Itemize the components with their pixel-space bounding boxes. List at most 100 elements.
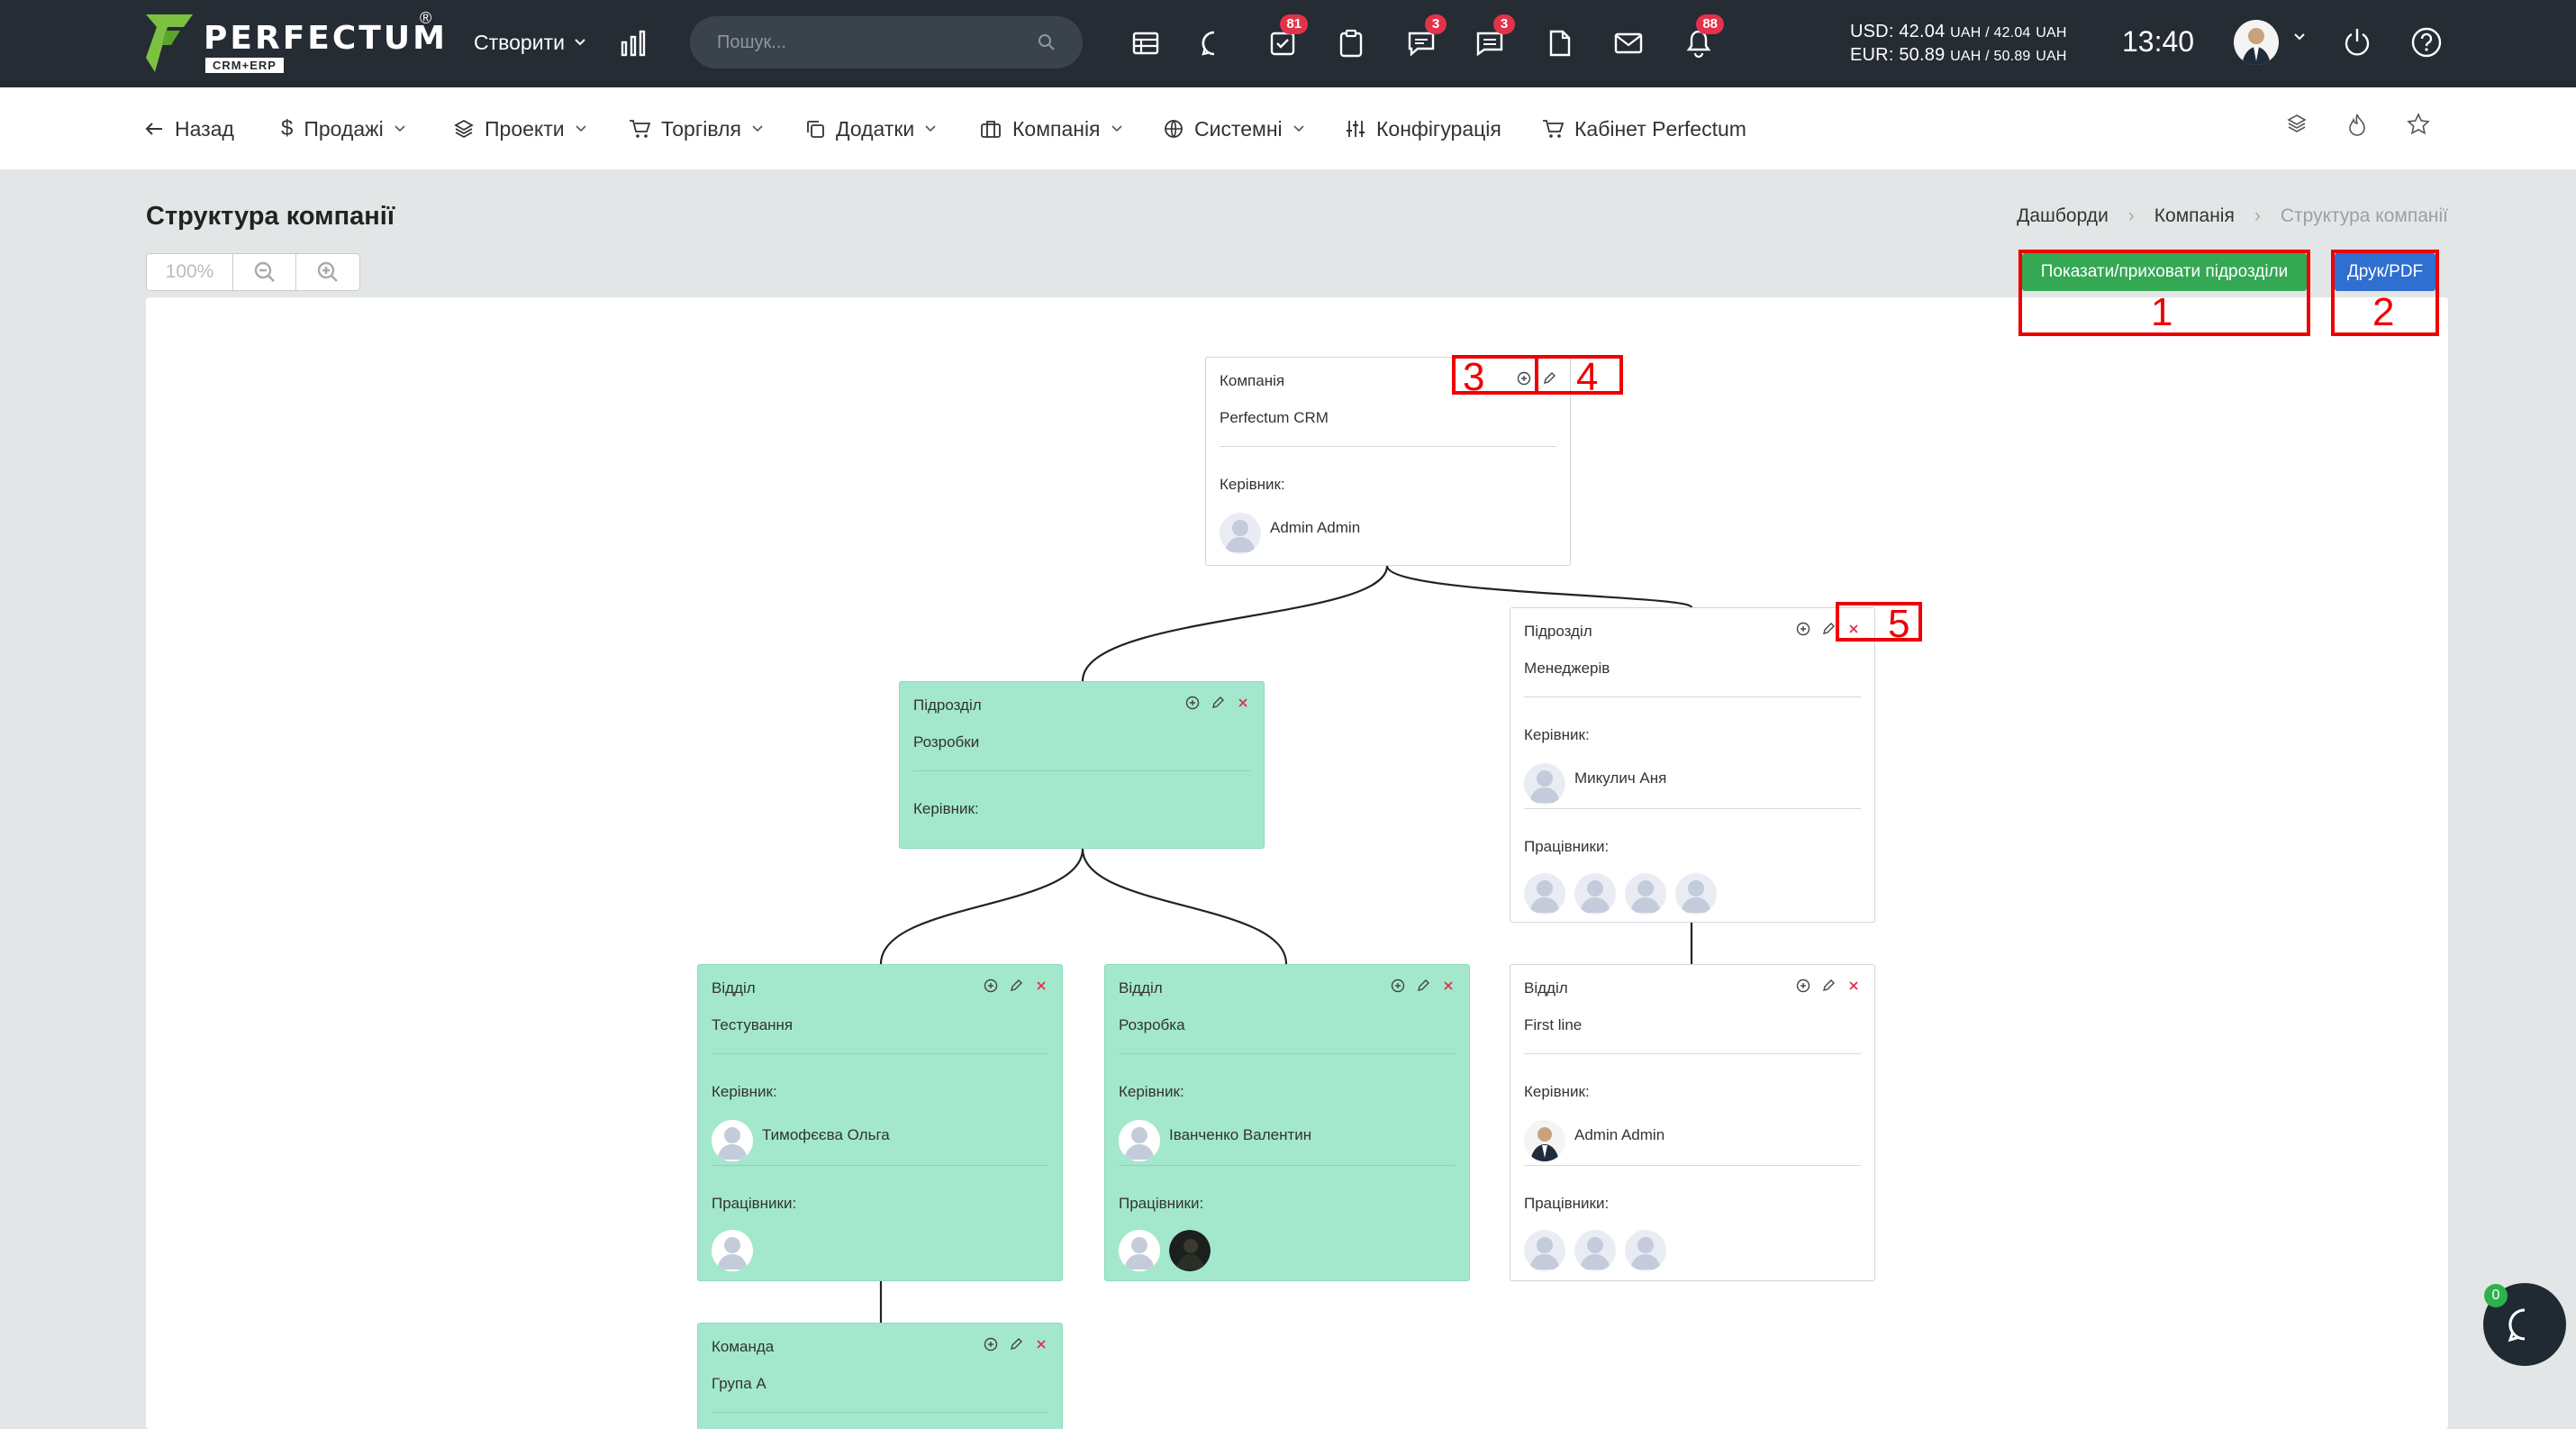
edit-button[interactable] <box>1008 1336 1024 1352</box>
manager-name: Микулич Аня <box>1574 769 1667 787</box>
org-node-department-first-line[interactable]: Відділ First line Керівник: Admin Admin … <box>1510 964 1875 1281</box>
layers-icon[interactable] <box>2286 113 2308 134</box>
add-subdivision-button[interactable] <box>1390 978 1406 994</box>
add-subdivision-button[interactable] <box>983 1336 999 1352</box>
edit-button[interactable] <box>1210 695 1226 711</box>
nav-sales-label: Продажі <box>304 116 384 141</box>
add-subdivision-button[interactable] <box>1184 695 1201 711</box>
nav-cabinet[interactable]: Кабінет Perfectum <box>1542 114 1746 143</box>
bell-icon[interactable]: 88 <box>1681 14 1724 61</box>
avatar-photo[interactable] <box>1169 1230 1211 1271</box>
chat-bubble-icon[interactable] <box>1196 25 1232 61</box>
breadcrumb-current: Структура компанії <box>2280 205 2448 226</box>
avatar[interactable] <box>1524 873 1565 915</box>
calendar-table-icon[interactable] <box>1128 25 1164 61</box>
divider <box>1119 1053 1456 1054</box>
logo-registered-mark: ® <box>420 9 432 27</box>
org-node-team-a[interactable]: Команда Група А <box>697 1323 1063 1429</box>
delete-button[interactable] <box>1235 695 1251 711</box>
clipboard-icon[interactable] <box>1333 25 1369 61</box>
logo-text: PERFECTUM <box>204 20 448 57</box>
add-subdivision-button[interactable] <box>1795 978 1811 994</box>
nav-back-label: Назад <box>175 116 234 141</box>
close-icon <box>1444 981 1453 990</box>
nav-sales[interactable]: $ Продажі <box>281 114 405 143</box>
manager-label: Керівник: <box>1119 1083 1184 1100</box>
edit-button[interactable] <box>1820 978 1837 994</box>
create-menu-button[interactable]: Створити <box>474 27 586 58</box>
zoom-out-button[interactable] <box>233 254 296 290</box>
delete-button[interactable] <box>1440 978 1456 994</box>
delete-button[interactable] <box>1033 1336 1049 1352</box>
globe-icon <box>1165 120 1183 138</box>
copy-icon <box>807 121 824 138</box>
search-bar[interactable] <box>690 16 1083 68</box>
avatar[interactable] <box>1119 1230 1160 1271</box>
nav-company[interactable]: Компанія <box>980 114 1122 143</box>
pencil-icon <box>1823 623 1835 634</box>
messages-icon[interactable]: 3 <box>1472 14 1515 61</box>
mail-icon[interactable] <box>1610 25 1646 61</box>
nav-projects-label: Проекти <box>485 116 565 141</box>
help-icon[interactable] <box>2410 26 2443 59</box>
manager: Іванченко Валентин <box>1119 1120 1311 1161</box>
user-avatar[interactable] <box>2234 20 2279 65</box>
avatar[interactable] <box>712 1230 753 1271</box>
employees-label: Працівники: <box>1119 1195 1204 1212</box>
plus-circle-icon <box>984 978 998 993</box>
power-icon[interactable] <box>2342 26 2372 59</box>
manager-name: Іванченко Валентин <box>1169 1126 1312 1143</box>
org-chart-canvas[interactable]: Компанія Perfectum CRM Керівник: Admin A… <box>146 297 2448 1429</box>
zoom-in-button[interactable] <box>296 254 359 290</box>
tasks-check-icon[interactable]: 81 <box>1265 14 1308 61</box>
search-input[interactable] <box>717 32 1038 53</box>
plus-circle-icon <box>1796 978 1810 993</box>
nav-config-label: Конфігурація <box>1376 116 1501 141</box>
edit-button[interactable] <box>1008 978 1024 994</box>
avatar[interactable] <box>1625 1230 1666 1271</box>
breadcrumb-dashboards[interactable]: Дашборди <box>2017 205 2109 227</box>
nav-config[interactable]: Конфігурація <box>1346 114 1501 143</box>
nav-addons[interactable]: Додатки <box>805 114 936 143</box>
org-node-department-development[interactable]: Відділ Розробка Керівник: Іванченко Вале… <box>1104 964 1470 1281</box>
brand-logo[interactable]: PERFECTUM CRM+ERP ® <box>144 9 445 76</box>
star-icon[interactable] <box>2407 113 2430 136</box>
document-icon[interactable] <box>1542 25 1578 61</box>
org-node-division-development[interactable]: Підрозділ Розробки Керівник: <box>899 681 1265 849</box>
avatar[interactable] <box>1574 873 1616 915</box>
avatar[interactable] <box>1524 1230 1565 1271</box>
avatar[interactable] <box>1675 873 1717 915</box>
nav-trade[interactable]: Торгівля <box>629 114 763 143</box>
edit-button[interactable] <box>1820 621 1837 637</box>
bar-chart-icon[interactable] <box>620 28 650 57</box>
delete-button[interactable] <box>1846 978 1862 994</box>
breadcrumb-company[interactable]: Компанія <box>2154 205 2235 227</box>
avatar[interactable] <box>1625 873 1666 915</box>
employees-list <box>1524 873 1717 915</box>
cart-icon <box>630 120 650 138</box>
comments-icon[interactable]: 3 <box>1403 14 1447 61</box>
nav-back[interactable]: Назад <box>144 114 234 143</box>
chevron-down-icon[interactable] <box>2293 32 2306 41</box>
fire-icon[interactable] <box>2347 113 2367 136</box>
nav-system[interactable]: Системні <box>1164 114 1304 143</box>
node-name: Розробки <box>913 733 980 751</box>
delete-button[interactable] <box>1033 978 1049 994</box>
plus-circle-icon <box>1796 622 1810 636</box>
plus-circle-icon <box>1185 696 1200 710</box>
node-name: First line <box>1524 1016 1583 1033</box>
add-subdivision-button[interactable] <box>1795 621 1811 637</box>
manager-name: Admin Admin <box>1270 519 1361 536</box>
employees-list <box>712 1230 753 1271</box>
employees-label: Працівники: <box>1524 838 1610 855</box>
edit-button[interactable] <box>1415 978 1431 994</box>
nav-projects[interactable]: Проекти <box>454 114 586 143</box>
avatar[interactable] <box>1574 1230 1616 1271</box>
org-node-division-managers[interactable]: Підрозділ Менеджерів Керівник: Микулич А… <box>1510 607 1875 923</box>
add-subdivision-button[interactable] <box>983 978 999 994</box>
search-icon[interactable] <box>1038 33 1056 51</box>
nav-addons-label: Додатки <box>836 116 915 141</box>
org-node-department-testing[interactable]: Відділ Тестування Керівник: Тимофєєва Ол… <box>697 964 1063 1281</box>
currency-rates: USD: 42.04 UAH / 42.04 UAH EUR: 50.89 UA… <box>1850 21 2067 68</box>
usd-currency: UAH <box>2036 25 2067 41</box>
